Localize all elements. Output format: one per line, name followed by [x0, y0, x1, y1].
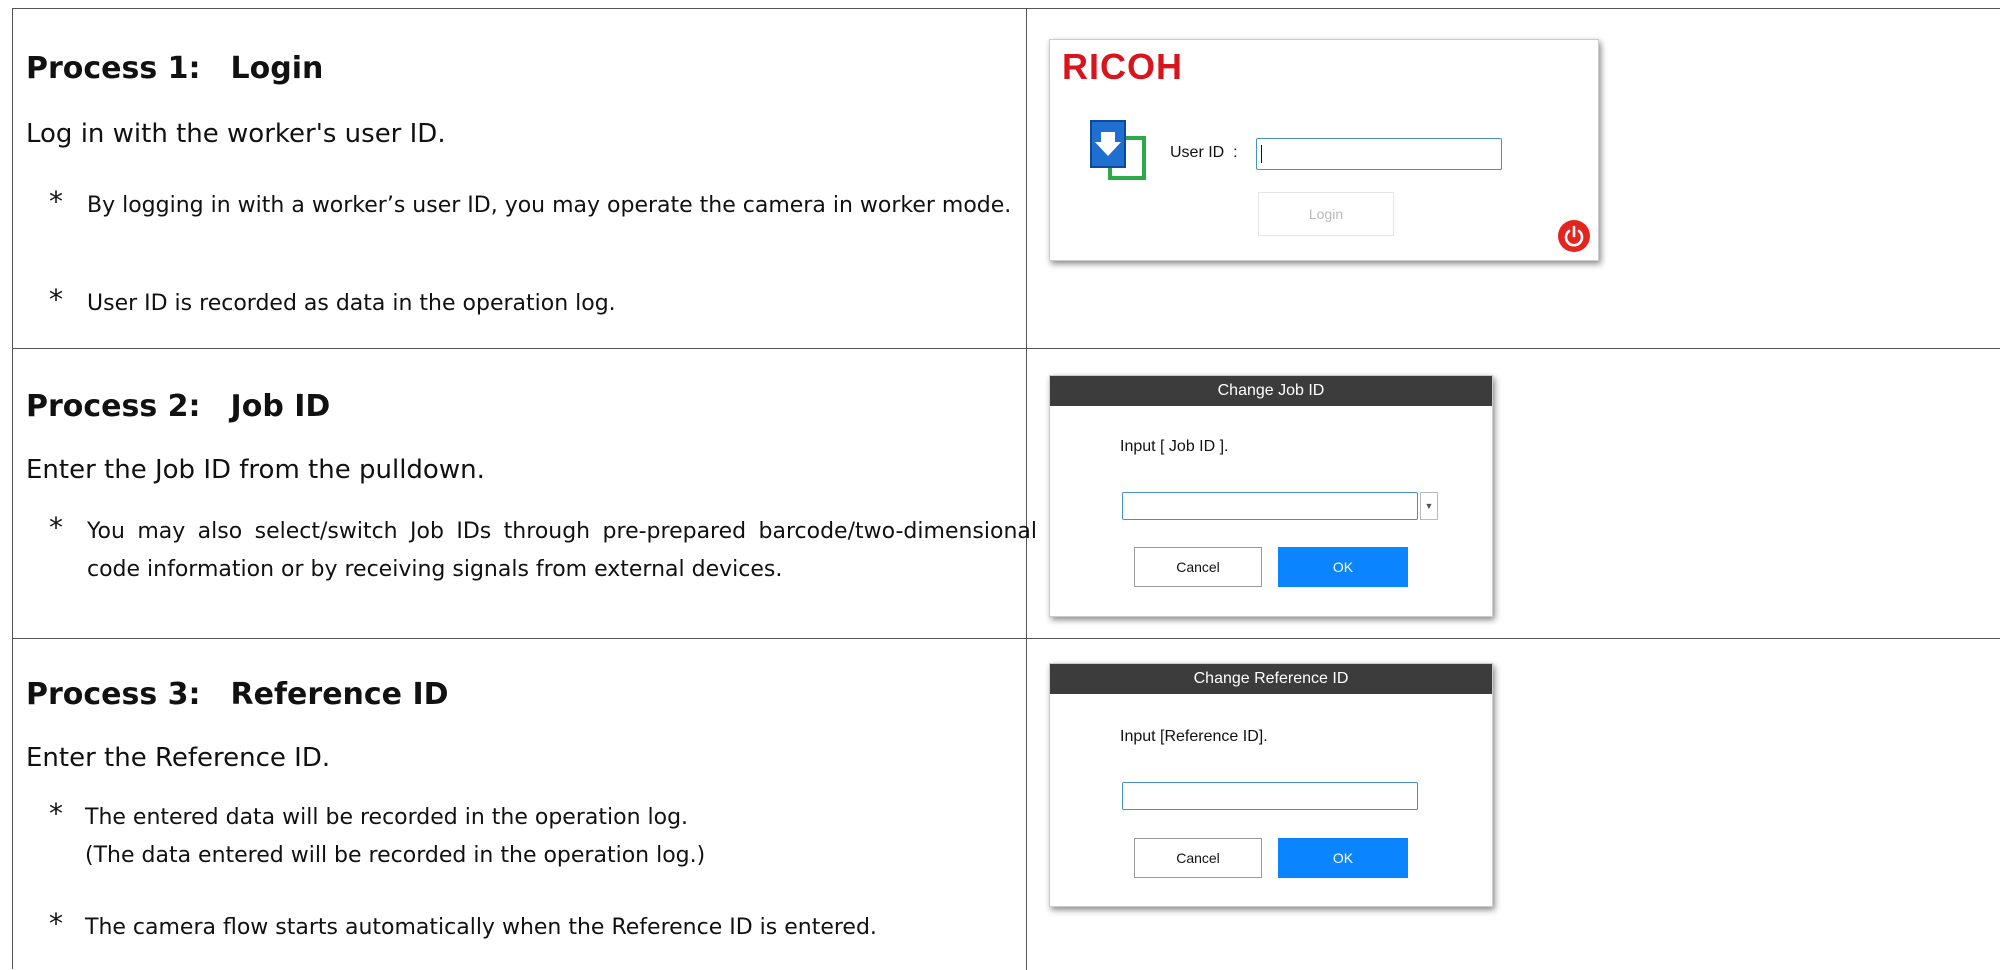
note-item: * By logging in with a worker’s user ID,…: [49, 183, 1039, 229]
cancel-button[interactable]: Cancel: [1134, 838, 1262, 878]
note-text: (The data entered will be recorded in th…: [85, 843, 706, 868]
note-item: * The entered data will be recorded in t…: [49, 797, 1039, 875]
note-bullet: *: [49, 511, 63, 544]
note-item: * The camera flow starts automatically w…: [49, 905, 1039, 951]
change-job-id-dialog: Change Job ID Input [ Job ID ]. ▼ Cancel…: [1049, 375, 1493, 617]
job-id-select[interactable]: [1122, 492, 1418, 520]
note-bullet: *: [49, 797, 63, 830]
user-id-input[interactable]: [1256, 138, 1502, 170]
camera-app-icon: [1088, 118, 1148, 182]
login-button[interactable]: Login: [1258, 192, 1394, 236]
dialog-prompt: Input [ Job ID ].: [1120, 438, 1229, 455]
reference-id-input[interactable]: [1122, 782, 1418, 810]
process-row-reference-id: Process 3: Reference ID Enter the Refere…: [13, 639, 2000, 970]
process-row-login: Process 1: Login Log in with the worker'…: [13, 9, 2000, 349]
note-text: By logging in with a worker’s user ID, y…: [87, 193, 1012, 218]
note-text: The entered data will be recorded in the…: [85, 805, 689, 830]
note-bullet: *: [49, 283, 63, 316]
chevron-down-icon[interactable]: ▼: [1420, 492, 1438, 520]
process-lead: Enter the Reference ID.: [26, 743, 331, 773]
ok-button[interactable]: OK: [1278, 547, 1408, 587]
process-title: Process 2: Job ID: [26, 389, 331, 424]
dialog-title: Change Job ID: [1050, 376, 1492, 406]
user-id-label: User ID :: [1170, 144, 1238, 161]
note-bullet: *: [49, 907, 63, 940]
power-icon[interactable]: [1558, 220, 1590, 252]
dialog-prompt: Input [Reference ID].: [1120, 728, 1268, 745]
change-reference-id-dialog: Change Reference ID Input [Reference ID]…: [1049, 663, 1493, 907]
cancel-button[interactable]: Cancel: [1134, 547, 1262, 587]
text-cursor: [1261, 145, 1262, 163]
process-title: Process 3: Reference ID: [26, 677, 449, 712]
note-item: * You may also select/switch Job IDs thr…: [49, 511, 1039, 589]
process-title: Process 1: Login: [26, 51, 324, 86]
process-lead: Log in with the worker's user ID.: [26, 119, 446, 149]
note-text: The camera flow starts automatically whe…: [85, 915, 877, 940]
login-screen: RICOH User ID : Login: [1049, 39, 1599, 261]
note-item: * User ID is recorded as data in the ope…: [49, 281, 1039, 327]
note-text: You may also select/switch Job IDs throu…: [87, 519, 1037, 582]
ok-button[interactable]: OK: [1278, 838, 1408, 878]
note-text: User ID is recorded as data in the opera…: [87, 291, 616, 316]
ricoh-logo: RICOH: [1062, 46, 1183, 87]
process-table: Process 1: Login Log in with the worker'…: [12, 8, 2000, 970]
note-bullet: *: [49, 185, 63, 218]
dialog-title: Change Reference ID: [1050, 664, 1492, 694]
process-row-job-id: Process 2: Job ID Enter the Job ID from …: [13, 349, 2000, 639]
process-lead: Enter the Job ID from the pulldown.: [26, 455, 485, 485]
